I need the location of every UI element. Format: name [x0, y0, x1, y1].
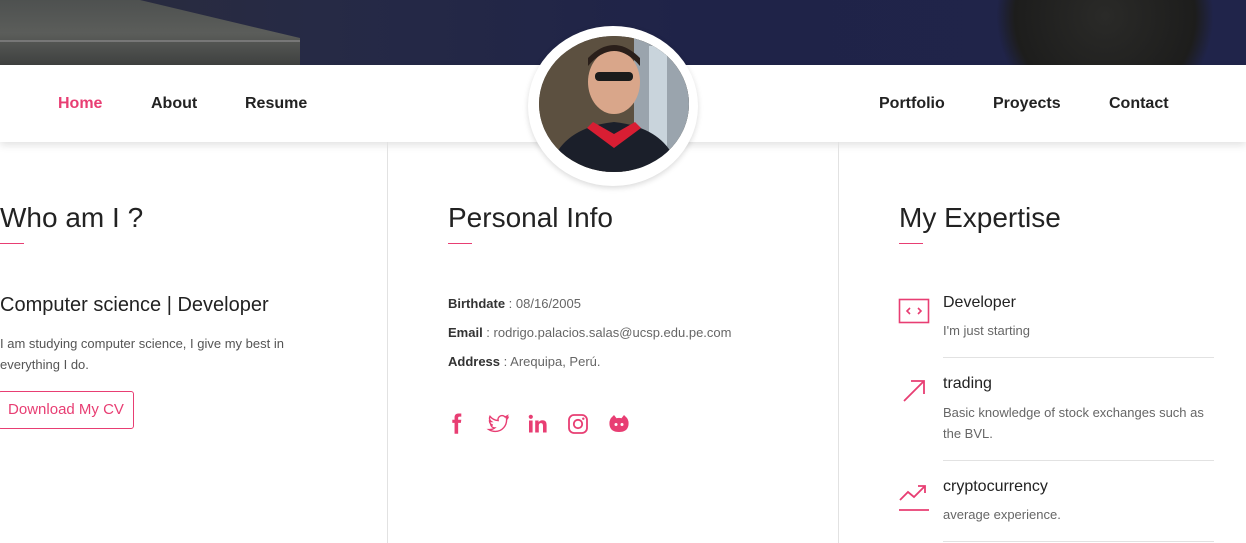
personal-info-title-underline [448, 243, 472, 244]
expertise-item-title: Developer [943, 294, 1016, 311]
linkedin-icon[interactable] [526, 412, 550, 436]
hero-building-image [0, 0, 300, 66]
nav-resume[interactable]: Resume [245, 95, 307, 113]
expertise-item-title: cryptocurrency [943, 478, 1048, 495]
nav-about[interactable]: About [151, 95, 197, 113]
twitter-icon[interactable] [486, 412, 510, 436]
info-separator: : [505, 296, 516, 311]
expertise-item-desc: Basic knowledge of stock exchanges such … [943, 405, 1204, 441]
info-value: Arequipa, Perú. [510, 354, 601, 369]
info-value: 08/16/2005 [515, 296, 581, 311]
about-bio: I am studying computer science, I give m… [0, 336, 284, 372]
expertise-item-title: trading [943, 375, 992, 392]
expertise-separator [943, 357, 1214, 358]
column-divider [838, 142, 839, 543]
info-label: Address [448, 354, 501, 369]
nav-home[interactable]: Home [58, 95, 102, 113]
expertise-title-underline [899, 243, 923, 244]
avatar [539, 36, 689, 172]
expertise-item-desc: I'm just starting [943, 323, 1031, 338]
info-birthdate: Birthdate : 08/16/2005 [448, 296, 581, 311]
code-icon [898, 298, 930, 324]
nav-portfolio[interactable]: Portfolio [879, 95, 945, 113]
column-divider [387, 142, 388, 543]
expertise-item-desc: average experience. [943, 507, 1061, 522]
info-label: Email [448, 325, 483, 340]
hero-tree-image [980, 0, 1230, 66]
info-separator: : [482, 325, 494, 340]
nav-proyects[interactable]: Proyects [993, 95, 1061, 113]
nav-contact[interactable]: Contact [1109, 95, 1169, 113]
avatar-portrait-image [539, 36, 689, 172]
personal-info-title: Personal Info [448, 202, 613, 233]
info-address: Address : Arequipa, Perú. [448, 354, 601, 369]
expertise-title: My Expertise [899, 202, 1061, 233]
info-email: Email : rodrigo.palacios.salas@ucsp.edu.… [448, 325, 731, 340]
info-value: rodrigo.palacios.salas@ucsp.edu.pe.com [493, 325, 732, 340]
facebook-icon[interactable] [445, 412, 469, 436]
expertise-separator [943, 460, 1214, 461]
about-title-underline [0, 243, 24, 244]
info-label: Birthdate [448, 296, 506, 311]
download-cv-button[interactable]: Download My CV [0, 391, 134, 429]
instagram-icon[interactable] [566, 412, 590, 436]
arrow-up-right-icon [903, 380, 925, 402]
trend-up-icon [899, 485, 929, 511]
about-title: Who am I ? [0, 202, 144, 233]
github-icon[interactable] [607, 412, 631, 436]
about-role: Computer science | Developer [0, 294, 269, 316]
info-separator: : [500, 354, 511, 369]
expertise-separator [943, 541, 1214, 542]
